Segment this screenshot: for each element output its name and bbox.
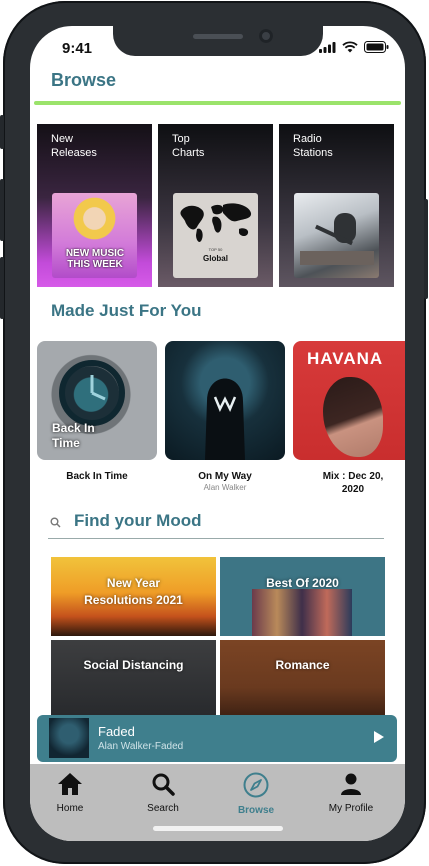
now-playing-bar[interactable]: Faded Alan Walker-Faded [37,715,397,762]
mood-grid: New Year Resolutions 2021 Best Of 2020 S… [51,557,385,719]
browse-card-label: Radio Stations [293,133,333,159]
phone-screen: 9:41 Browse New Releases NEW MUSIC THIS … [30,26,405,841]
browse-card-top-charts[interactable]: Top Charts TOP 50 Global [158,124,273,287]
artwork-text: NEW MUSIC THIS WEEK [65,248,125,270]
volume-up-button [0,179,4,241]
made-for-you-item[interactable]: On My Way Alan Walker [165,341,285,496]
track-name: Back In Time [66,471,128,482]
wifi-icon [342,41,358,53]
power-button [424,199,428,299]
tab-label: Home [56,803,84,814]
portrait-image [323,377,383,457]
compass-icon [243,772,269,798]
now-playing-subtitle: Alan Walker-Faded [98,741,184,752]
speaker [193,34,243,39]
now-playing-title: Faded [98,724,135,739]
tab-label: Search [147,803,179,814]
track-name: Mix : Dec 20, 2020 [322,471,384,495]
tab-bar: Home Search Browse My Profile [30,764,405,841]
title-underline [34,101,401,105]
on-my-way-artwork [165,341,285,460]
status-icons [319,41,389,53]
tab-label: Browse [237,805,275,816]
home-indicator[interactable] [153,826,283,831]
mood-title: Find your Mood [74,511,202,530]
browse-card-label: Top Charts [172,133,205,159]
tab-home[interactable]: Home [30,772,110,814]
now-playing-artwork [49,718,89,758]
mix-artwork: HAVANA [293,341,405,460]
top-charts-artwork: TOP 50 Global [173,193,258,278]
phone-frame: 9:41 Browse New Releases NEW MUSIC THIS … [0,1,428,864]
tab-search[interactable]: Search [123,772,203,814]
movie-posters-image [252,589,352,636]
made-for-you-list: Back In Time Back In Time On My Way Alan… [37,341,405,496]
battery-icon [364,41,389,53]
artwork-text: Global [203,254,228,263]
mood-tile-romance[interactable]: Romance [220,640,385,719]
hooded-figure-icon [205,378,245,460]
mood-search-icon[interactable] [50,515,61,533]
profile-icon [341,773,361,795]
mood-tile-new-year[interactable]: New Year Resolutions 2021 [51,557,216,636]
browse-card-radio-stations[interactable]: Radio Stations [279,124,394,287]
world-map-icon [180,203,252,242]
notch [113,26,323,56]
mood-tile-label: New Year Resolutions 2021 [84,576,183,607]
mood-tile-label: Best Of 2020 [266,576,339,590]
artwork-text: Back In Time [52,421,95,450]
mood-tile-label: Social Distancing [83,658,184,672]
play-icon[interactable] [373,730,385,744]
tab-label: My Profile [328,803,374,814]
cellular-signal-icon [319,41,336,53]
mute-switch [0,115,4,149]
artwork-text: HAVANA [307,349,384,368]
radio-stations-artwork [294,193,379,278]
made-for-you-title: Made Just For You [51,301,202,320]
page-title: Browse [51,70,117,90]
mood-tile-social-distancing[interactable]: Social Distancing [51,640,216,719]
track-artist: Alan Walker [203,483,247,492]
artwork-subtext: TOP 50 [208,247,223,252]
browse-cards: New Releases NEW MUSIC THIS WEEK Top Cha… [37,124,394,287]
front-camera [259,29,273,43]
mood-tile-best-of-2020[interactable]: Best Of 2020 [220,557,385,636]
browse-card-new-releases[interactable]: New Releases NEW MUSIC THIS WEEK [37,124,152,287]
track-name: On My Way [198,471,252,482]
home-icon [58,773,82,795]
browse-card-label: New Releases [51,133,97,159]
mood-search-underline [48,538,384,539]
volume-down-button [0,257,4,319]
new-releases-artwork: NEW MUSIC THIS WEEK [52,193,137,278]
made-for-you-item[interactable]: Back In Time Back In Time [37,341,157,496]
mood-tile-label: Romance [275,658,330,672]
back-in-time-artwork: Back In Time [37,341,157,460]
microphone-icon [300,213,374,265]
status-time: 9:41 [62,40,93,57]
search-icon [152,773,175,796]
tab-browse[interactable]: Browse [216,772,296,816]
tab-my-profile[interactable]: My Profile [311,772,391,814]
made-for-you-item[interactable]: HAVANA Mix : Dec 20, 2020 [293,341,405,496]
